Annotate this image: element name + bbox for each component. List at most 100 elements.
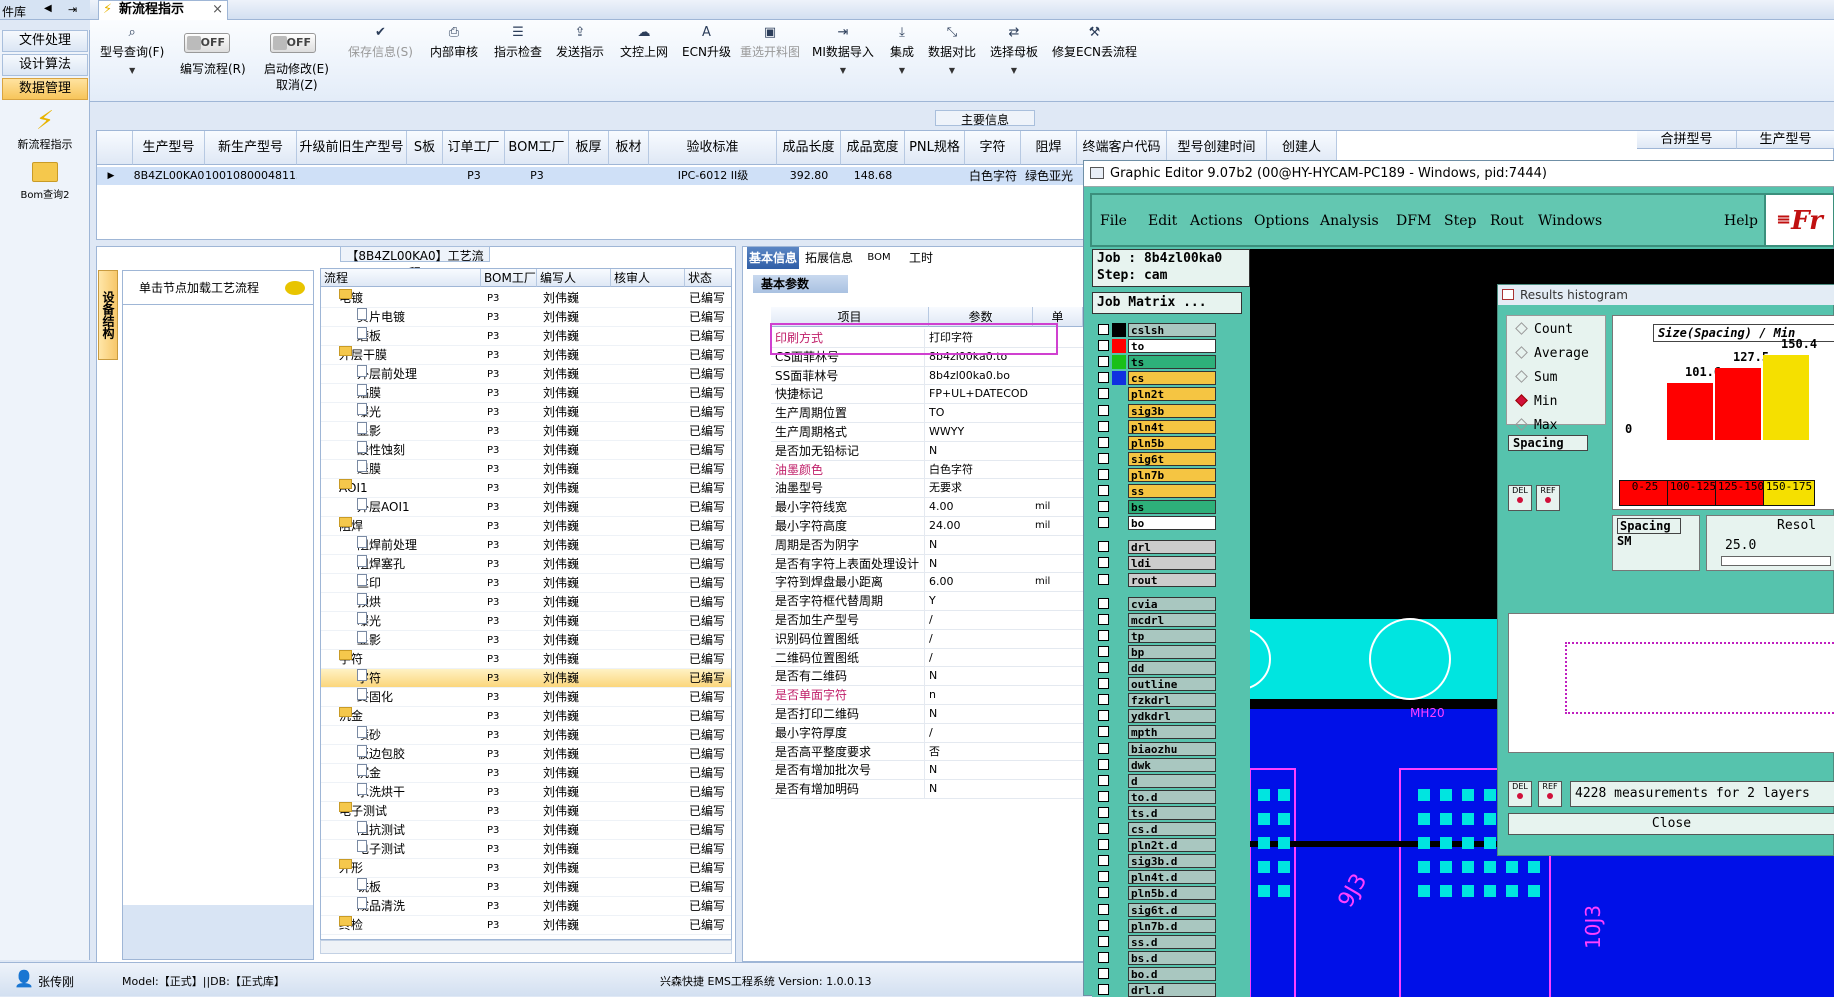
grid-header[interactable]: 板厚 [569,131,609,165]
nav-back-icon[interactable]: ◀ [44,3,52,14]
layer-item[interactable]: pln5b [1098,435,1216,450]
option-average[interactable]: Average [1515,346,1589,361]
layer-item[interactable]: outline [1098,677,1216,692]
grid-header[interactable]: 阻焊 [1021,131,1077,165]
param-row[interactable]: 是否加无铅标记 N [771,441,1083,461]
tree-row[interactable]: 曝光 P3 刘伟巍 已编写 [321,612,731,631]
tree-row[interactable]: 丝印 P3 刘伟巍 已编写 [321,574,731,593]
checkbox-icon[interactable] [1098,645,1109,657]
ref-button[interactable]: REF [1536,485,1560,511]
tree-row[interactable]: −电镀 P3 刘伟巍 已编写 [321,289,731,308]
layer-item[interactable]: to [1098,339,1216,354]
checkbox-icon[interactable] [1098,790,1109,802]
layer-item[interactable]: ts.d [1098,805,1216,820]
tree-row[interactable]: −外形 P3 刘伟巍 已编写 [321,859,731,878]
layer-item[interactable]: dd [1098,661,1216,675]
tab-new-process[interactable]: ⚡ 新流程指示 × [98,0,228,20]
checkbox-icon[interactable] [1098,356,1109,368]
param-value[interactable]: N [929,555,1029,574]
job-matrix-button[interactable]: Job Matrix ... [1092,292,1242,314]
param-value[interactable]: 6.00 [929,573,1029,592]
layer-item[interactable]: ss [1098,484,1216,498]
save-info-button[interactable]: ✔ 保存信息(S) [348,26,413,60]
menu-step[interactable]: Step [1444,213,1476,229]
checkbox-icon[interactable] [1098,468,1109,480]
checkbox-icon[interactable] [1098,871,1109,883]
tab-device-structure[interactable]: 设备结构 [98,270,118,360]
nav-forward-icon[interactable]: ⇥ [68,3,77,16]
param-row[interactable]: 是否字符框代替周期 Y [771,592,1083,611]
option-max[interactable]: Max [1515,418,1557,433]
tree-row[interactable]: 显影 P3 刘伟巍 已编写 [321,631,731,650]
doc-online-button[interactable]: ☁ 文控上网 [620,26,668,60]
start-modify-toggle[interactable]: OFF [270,33,316,53]
menu-windows[interactable]: Windows [1538,213,1602,229]
checkbox-icon[interactable] [1098,726,1109,738]
param-row[interactable]: 生产周期位置 TO [771,404,1083,423]
checkbox-icon[interactable] [1098,887,1109,899]
param-row[interactable]: 是否有增加批次号 N [771,761,1083,781]
tree-row[interactable]: −外层干膜 P3 刘伟巍 已编写 [321,346,731,365]
param-row[interactable]: 最小字符厚度 / [771,723,1083,743]
checkbox-icon[interactable] [1098,557,1109,569]
layer-item[interactable]: dwk [1098,757,1216,772]
param-row[interactable]: 二维码位置图纸 / [771,648,1083,668]
param-row[interactable]: SS面菲林号 8b4zl00ka0.bo [771,366,1083,386]
menu-rout[interactable]: Rout [1490,213,1524,229]
param-value[interactable]: FP+UL+DATECODE [929,385,1029,404]
param-value[interactable]: N [929,667,1029,686]
param-value[interactable]: Y [929,592,1029,611]
param-row[interactable]: 油墨型号 无要求 [771,479,1083,499]
checkbox-icon[interactable] [1098,324,1109,335]
tree-row[interactable]: 阻焊塞孔 P3 刘伟巍 已编写 [321,555,731,574]
tree-header[interactable]: BOM工厂 [481,269,537,287]
checkbox-icon[interactable] [1098,855,1109,867]
grid-header[interactable]: PNL规格 [905,131,965,165]
tree-header[interactable]: 编写人 [537,269,611,287]
ref-button[interactable]: REF [1538,781,1562,807]
checkbox-icon[interactable] [1098,662,1109,673]
tree-row[interactable]: 退膜 P3 刘伟巍 已编写 [321,460,731,479]
tree-row[interactable]: 板边包胶 P3 刘伟巍 已编写 [321,745,731,764]
grid-header[interactable]: BOM工厂 [505,131,569,165]
tree-row[interactable]: 阻抗测试 P3 刘伟巍 已编写 [321,821,731,840]
resolution-slider[interactable] [1721,556,1831,566]
layer-item[interactable]: pln7b.d [1098,918,1216,933]
layer-item[interactable]: rout [1098,572,1216,587]
menu-file[interactable]: File [1100,213,1127,229]
layer-item[interactable]: pln2t [1098,387,1216,402]
del-button[interactable]: DEL [1508,781,1532,807]
param-value[interactable]: / [929,611,1029,630]
tree-row[interactable]: −终检 P3 刘伟巍 已编写 [321,916,731,935]
checkbox-icon[interactable] [1098,597,1109,609]
layer-item[interactable]: pln5b.d [1098,886,1216,901]
layer-item[interactable]: pln4t [1098,419,1216,434]
layer-item[interactable]: pln4t.d [1098,870,1216,885]
reselect-cutting-button[interactable]: ▣ 重选开料图 [740,26,800,60]
layer-item[interactable]: bs.d [1098,950,1216,965]
checkbox-icon[interactable] [1098,823,1109,834]
checkbox-icon[interactable] [1098,951,1109,963]
bom-query-shortcut[interactable]: Bom查询2 [0,162,90,201]
grid-header[interactable]: 升级前旧生产型号 [297,131,407,165]
tree-row[interactable]: 成品清洗 P3 刘伟巍 已编写 [321,897,731,916]
tree-row[interactable]: 电子测试 P3 刘伟巍 已编写 [321,840,731,859]
layer-item[interactable]: d [1098,773,1216,788]
checkbox-icon[interactable] [1098,935,1109,947]
layer-item[interactable]: biaozhu [1098,741,1216,756]
tree-row[interactable]: 阻焊前处理 P3 刘伟巍 已编写 [321,536,731,555]
tree-row[interactable]: 喷砂 P3 刘伟巍 已编写 [321,726,731,745]
layer-item[interactable]: bs [1098,500,1216,515]
model-query-button[interactable]: ⌕ 型号查询(F) ▼ [100,26,164,76]
send-instruction-button[interactable]: ⇪ 发送指示 [556,26,604,60]
param-row[interactable]: 是否单面字符 n [771,686,1083,705]
checkbox-icon[interactable] [1098,967,1109,979]
param-row[interactable]: 油墨颜色 白色字符 [771,460,1083,480]
checkbox-icon[interactable] [1098,340,1109,352]
checkbox-icon[interactable] [1098,694,1109,706]
menu-help[interactable]: Help [1724,213,1758,229]
tree-row[interactable]: 曝光 P3 刘伟巍 已编写 [321,403,731,422]
param-row[interactable]: 生产周期格式 WWYY [771,423,1083,442]
grid-header[interactable]: 板材 [609,131,649,165]
option-sum[interactable]: Sum [1515,370,1557,385]
